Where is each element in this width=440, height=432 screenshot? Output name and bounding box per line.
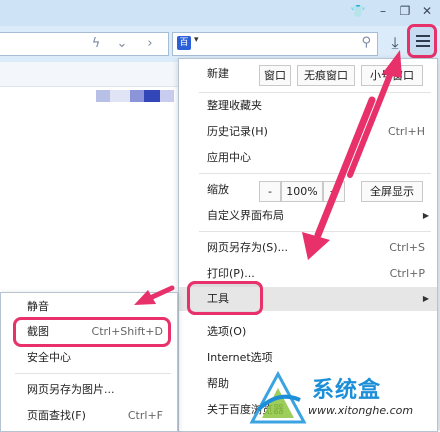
submenu-item-mute[interactable]: 静音 (27, 297, 49, 317)
menu-item-customize-layout[interactable]: 自定义界面布局 (207, 206, 284, 226)
submenu-item-save-as-image[interactable]: 网页另存为图片... (27, 380, 115, 400)
tools-submenu: 静音 截图 Ctrl+Shift+D 安全中心 网页另存为图片... 页面查找(… (0, 292, 178, 432)
screenshot-shortcut: Ctrl+Shift+D (91, 325, 163, 338)
watermark-text: 系统盒 (312, 378, 382, 403)
watermark-emblem-icon (249, 370, 307, 424)
restore-icon[interactable]: ❐ (396, 2, 414, 20)
close-icon[interactable]: ✕ (418, 2, 436, 20)
menu-separator (199, 92, 431, 93)
watermark-url: www.xitonghe.com (308, 404, 414, 417)
chevron-right-icon[interactable]: › (142, 36, 158, 52)
engine-dropdown-caret[interactable]: ▾ (194, 35, 199, 45)
shirt-icon[interactable]: 👕 (349, 2, 367, 20)
find-in-page-shortcut: Ctrl+F (127, 409, 163, 422)
chevron-down-icon[interactable]: ⌄ (114, 36, 130, 52)
address-bar[interactable]: ϟ ⌄ › (0, 32, 169, 56)
menu-item-options[interactable]: 选项(O) (207, 322, 246, 342)
new-incognito-window-button[interactable]: 无痕窗口 (297, 65, 355, 86)
search-engine-icon[interactable]: 百 (177, 36, 191, 50)
new-alt-window-button[interactable]: 小号窗口 (361, 65, 423, 86)
print-shortcut: Ctrl+P (389, 267, 425, 280)
zoom-in-button[interactable]: + (323, 181, 345, 202)
menu-separator (199, 231, 431, 232)
menu-item-internet-options[interactable]: Internet选项 (207, 348, 273, 368)
page-status-strip (0, 62, 178, 87)
submenu-arrow-icon: ▶ (422, 294, 429, 303)
history-shortcut: Ctrl+H (387, 125, 425, 138)
main-menu-button[interactable] (407, 24, 437, 58)
minimize-icon[interactable]: – (374, 2, 392, 20)
watermark-logo: 系统盒 www.xitonghe.com (248, 368, 438, 428)
menu-item-tools[interactable]: 工具 (207, 289, 229, 309)
new-window-button[interactable]: 窗口 (259, 65, 291, 86)
title-bar: 👕 – ❐ ✕ (0, 0, 440, 26)
menu-item-bookmarks[interactable]: 整理收藏夹 (207, 96, 262, 116)
menu-item-save-as[interactable]: 网页另存为(S)... (207, 238, 288, 258)
lightning-icon[interactable]: ϟ (88, 36, 104, 52)
search-icon[interactable]: ⚲ (361, 35, 371, 50)
fullscreen-button[interactable]: 全屏显示 (361, 181, 423, 202)
save-as-shortcut: Ctrl+S (389, 241, 425, 254)
menu-item-history[interactable]: 历史记录(H) (207, 122, 268, 142)
page-content-blocks (96, 90, 176, 102)
menu-separator (199, 173, 431, 174)
zoom-level-value: 100% (281, 181, 323, 202)
download-icon[interactable]: ⤓ (385, 33, 405, 53)
menu-zoom-label: 缩放 (207, 183, 229, 196)
submenu-item-find-in-page[interactable]: 页面查找(F) (27, 406, 86, 426)
submenu-separator (15, 373, 171, 374)
menu-new-label: 新建 (207, 67, 229, 80)
submenu-arrow-icon: ▶ (422, 211, 429, 220)
submenu-item-screenshot[interactable]: 截图 (27, 322, 49, 342)
submenu-item-security-center[interactable]: 安全中心 (27, 348, 71, 368)
menu-item-help[interactable]: 帮助 (207, 374, 229, 394)
zoom-out-button[interactable]: - (259, 181, 281, 202)
search-box[interactable]: 百 ▾ ⚲ (172, 32, 378, 56)
menu-item-app-center[interactable]: 应用中心 (207, 148, 251, 168)
